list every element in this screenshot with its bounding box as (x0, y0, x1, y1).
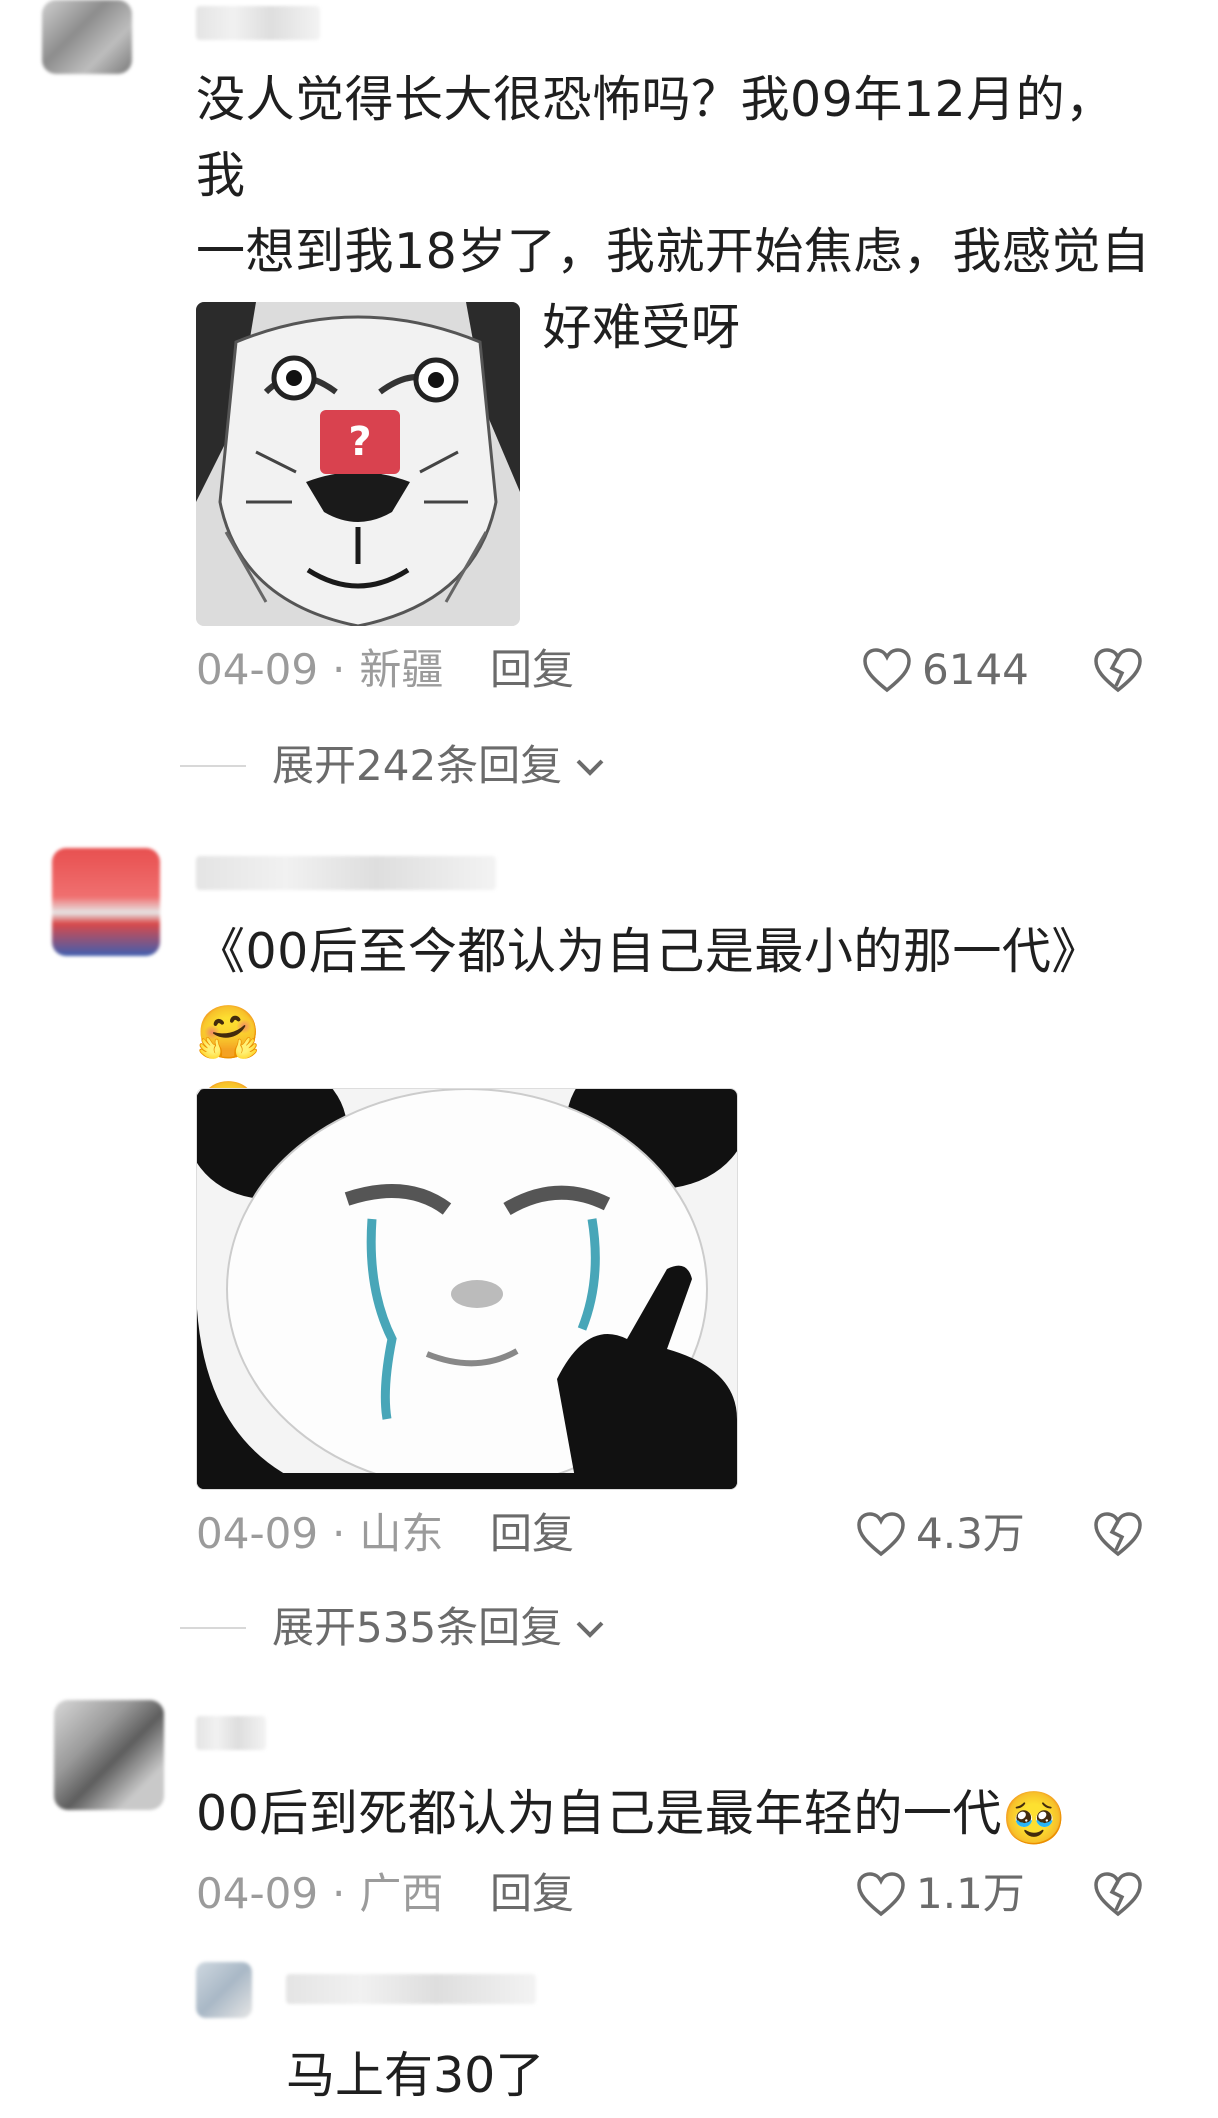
meta-separator: · (332, 1869, 346, 1918)
broken-heart-icon (1094, 648, 1142, 693)
comment-body: 00后到死都认为自己是最年轻的一代 (196, 1785, 1002, 1842)
divider (180, 1627, 246, 1629)
comment-location: 山东 (359, 1509, 444, 1558)
expand-replies-button[interactable]: 展开535条回复 (180, 1602, 610, 1654)
avatar[interactable] (54, 1700, 164, 1810)
like-count: 1.1万 (916, 1869, 1025, 1918)
comment-meta: 04-09 · 新疆 (196, 644, 443, 696)
username[interactable] (196, 856, 496, 890)
broken-image-icon: ? (320, 410, 400, 474)
like-button[interactable]: 4.3万 (856, 1508, 1025, 1560)
chevron-down-icon (576, 1621, 604, 1638)
reply-button[interactable]: 回复 (490, 1868, 574, 1920)
comment-meta: 04-09 · 山东 (196, 1508, 443, 1560)
like-count: 6144 (922, 645, 1029, 694)
expand-label: 展开242条回复 (272, 741, 563, 790)
sub-reply-text: 马上有30了 (286, 2047, 545, 2104)
username[interactable] (286, 1974, 536, 2004)
heart-outline-icon (863, 648, 911, 693)
like-button[interactable]: 6144 (862, 644, 1029, 696)
heart-outline-icon (857, 1512, 905, 1557)
avatar[interactable] (196, 1962, 252, 2018)
crying-panda-meme-image (197, 1089, 737, 1489)
comment-date: 04-09 (196, 1869, 319, 1918)
dislike-button[interactable] (1092, 646, 1144, 698)
like-button[interactable]: 1.1万 (856, 1868, 1025, 1920)
avatar[interactable] (52, 848, 160, 956)
meta-separator: · (332, 645, 346, 694)
username[interactable] (196, 1716, 266, 1750)
comment-line: 一想到我18岁了，我就开始焦虑，我感觉自 (196, 223, 1151, 280)
broken-heart-icon (1094, 1512, 1142, 1557)
broken-heart-icon (1094, 1872, 1142, 1917)
like-count: 4.3万 (916, 1509, 1025, 1558)
hugging-emoji: 🤗 (196, 1003, 262, 1063)
comment-location: 广西 (359, 1869, 444, 1918)
teary-face-emoji: 🥹 (1001, 1789, 1068, 1849)
dislike-button[interactable] (1092, 1870, 1144, 1922)
comment-line: 没人觉得长大很恐怖吗？我09年12月的，我 (196, 71, 1115, 204)
chevron-down-icon (576, 759, 604, 776)
avatar[interactable] (42, 0, 132, 74)
dislike-button[interactable] (1092, 1510, 1144, 1562)
expand-replies-button[interactable]: 展开242条回复 (180, 740, 610, 792)
expand-label: 展开535条回复 (272, 1603, 563, 1652)
reply-button[interactable]: 回复 (490, 644, 574, 696)
reply-button[interactable]: 回复 (490, 1508, 574, 1560)
comment-meta: 04-09 · 广西 (196, 1868, 443, 1920)
comment-body: 《00后至今都认为自己是最小的那一代》 (196, 923, 1101, 980)
comment-date: 04-09 (196, 1509, 319, 1558)
divider (180, 765, 246, 767)
comment-image-lion[interactable]: ? (196, 302, 520, 626)
comment-date: 04-09 (196, 645, 319, 694)
heart-outline-icon (857, 1872, 905, 1917)
username[interactable] (196, 6, 320, 40)
comment-text: 00后到死都认为自己是最年轻的一代🥹 (196, 1776, 1166, 1852)
comment-image-panda[interactable] (196, 1088, 738, 1490)
comment-location: 新疆 (359, 645, 444, 694)
meta-separator: · (332, 1509, 346, 1558)
